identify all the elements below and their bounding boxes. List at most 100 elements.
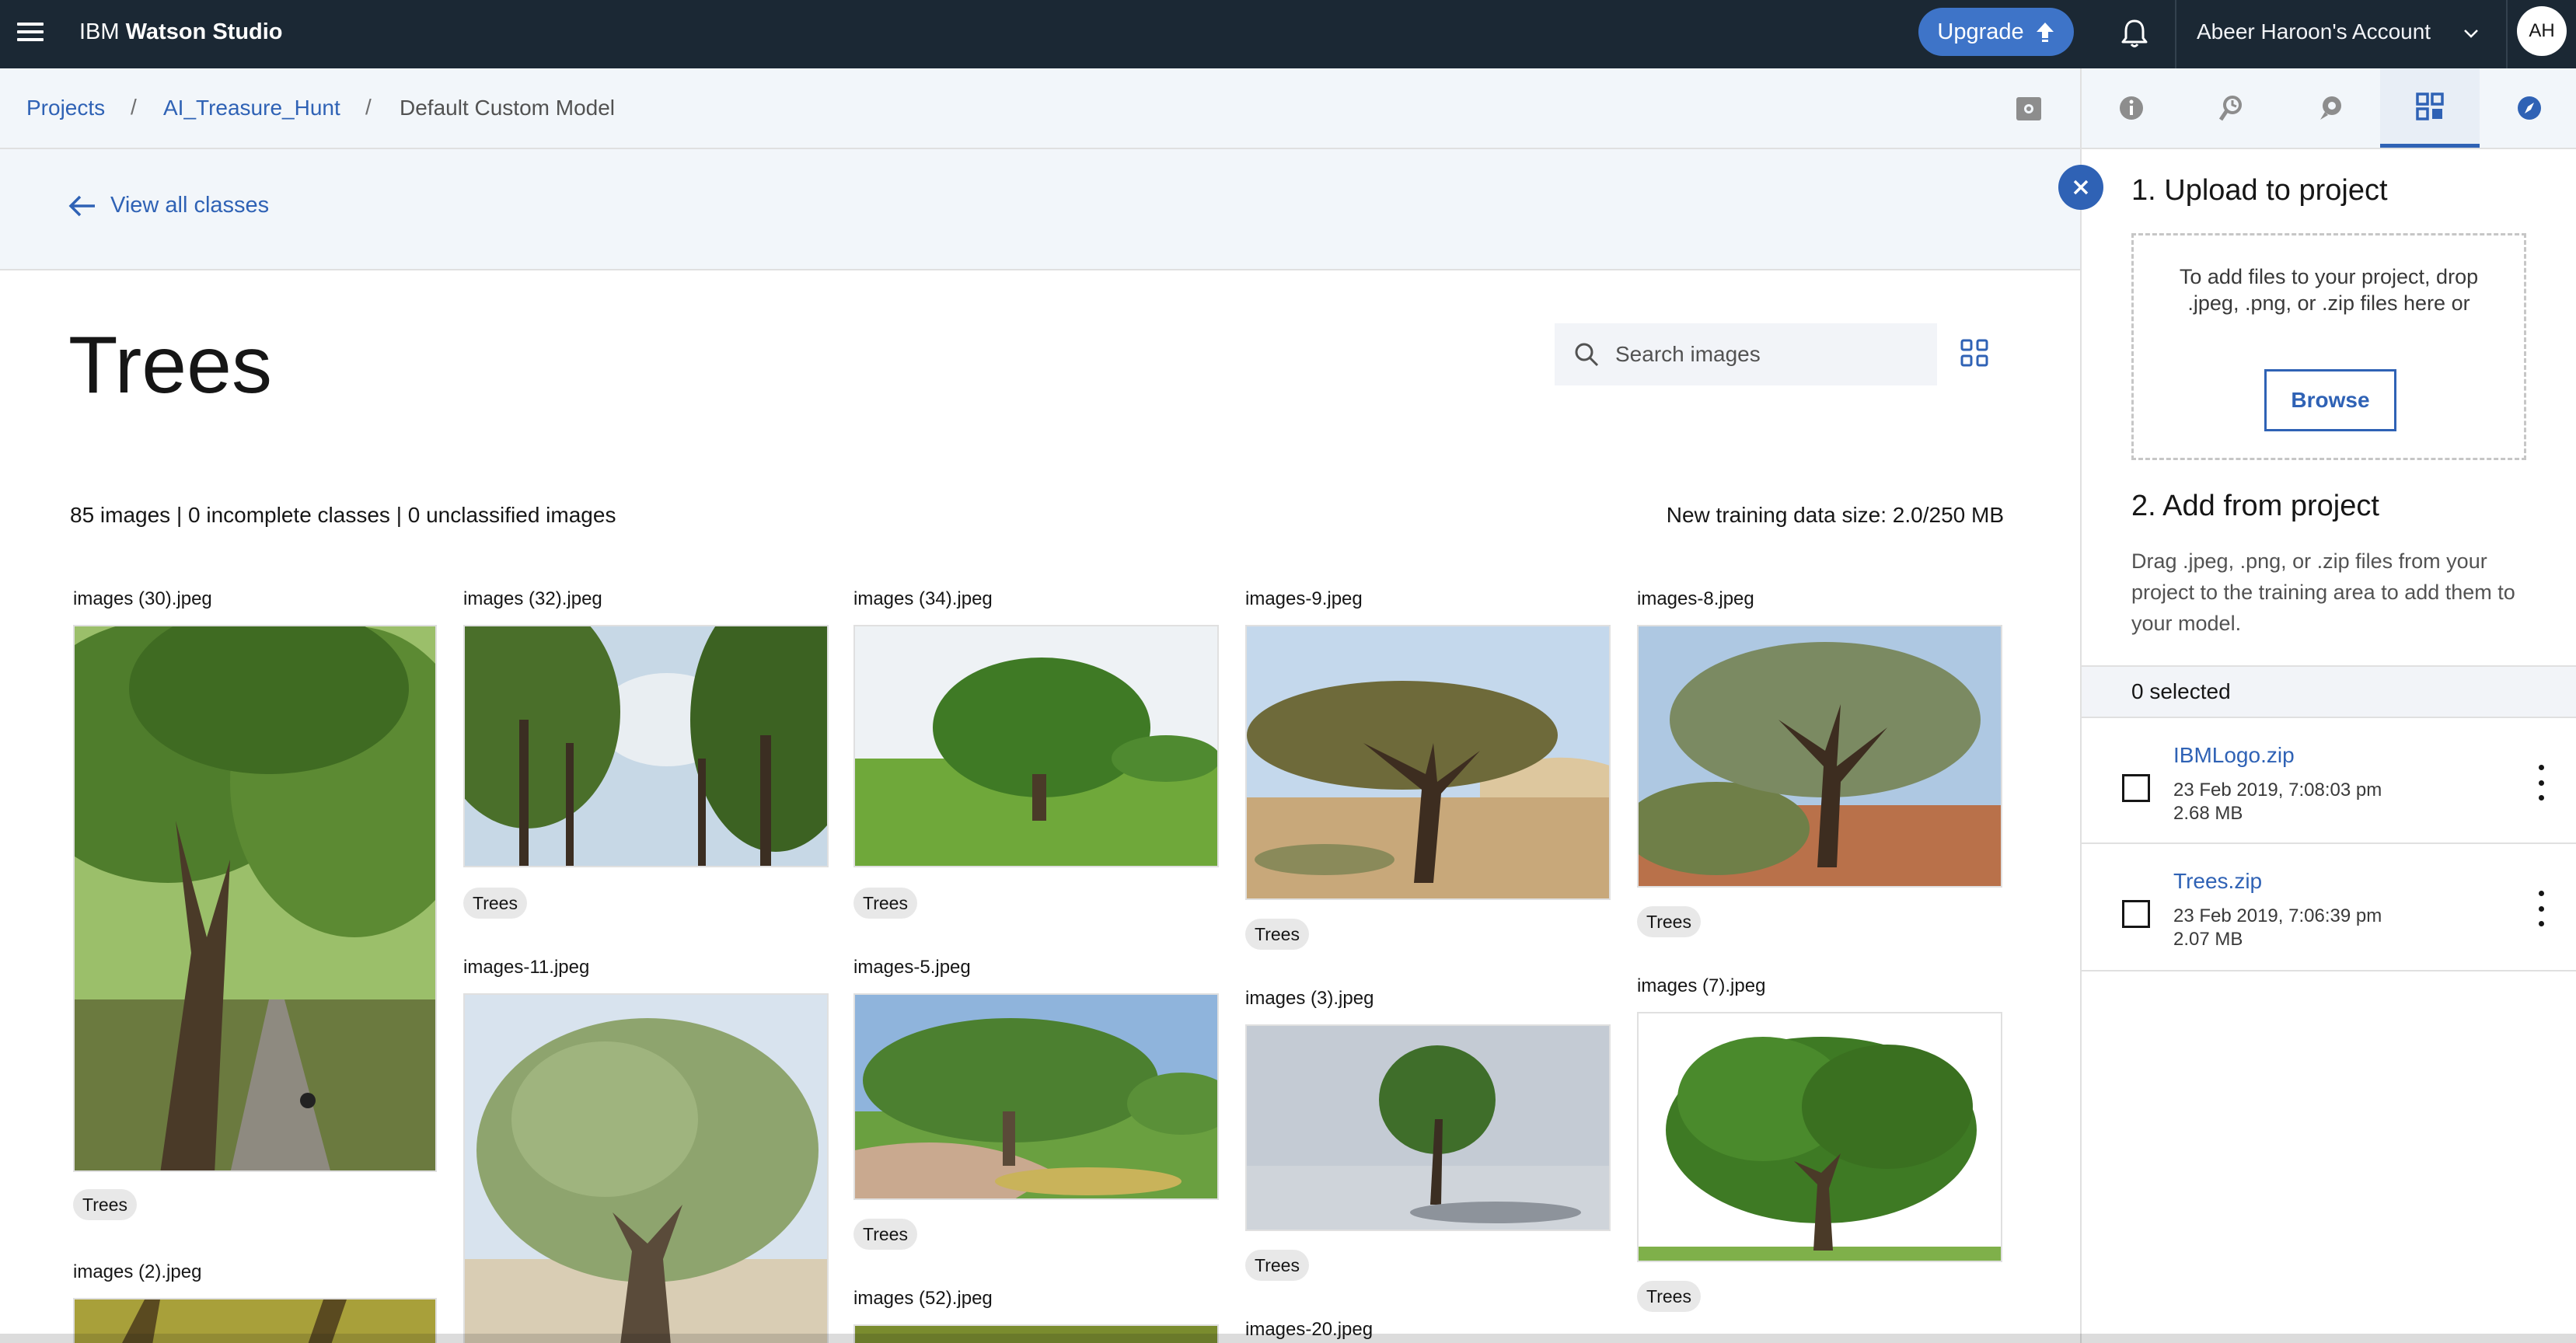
search-box bbox=[1555, 323, 1937, 385]
grid-view-icon[interactable] bbox=[1959, 337, 1990, 368]
bell-icon[interactable] bbox=[2116, 15, 2153, 52]
close-icon bbox=[2073, 180, 2089, 195]
tree-photo bbox=[1247, 1026, 1609, 1230]
class-tag: Trees bbox=[73, 1189, 137, 1220]
tree-photo bbox=[465, 626, 827, 866]
image-thumbnail[interactable] bbox=[463, 625, 829, 867]
file-name[interactable]: Trees.zip bbox=[2173, 869, 2262, 894]
image-filename: images-9.jpeg bbox=[1245, 588, 1363, 609]
close-panel-button[interactable] bbox=[2058, 165, 2103, 210]
tab-info[interactable] bbox=[2082, 68, 2181, 148]
product-brand[interactable]: IBM Watson Studio bbox=[79, 19, 283, 45]
image-thumbnail[interactable] bbox=[1637, 625, 2002, 888]
image-filename: images-8.jpeg bbox=[1637, 588, 1754, 609]
training-data-size: New training data size: 2.0/250 MB bbox=[1666, 503, 2004, 527]
back-link-label: View all classes bbox=[110, 193, 270, 218]
breadcrumb: Projects / AI_Treasure_Hunt / Default Cu… bbox=[0, 68, 2080, 149]
account-switcher[interactable]: Abeer Haroon's Account bbox=[2197, 19, 2431, 45]
tab-comments[interactable] bbox=[2281, 68, 2380, 148]
tree-photo bbox=[1639, 626, 2001, 886]
nav-divider bbox=[2506, 0, 2508, 68]
file-date: 23 Feb 2019, 7:06:39 pm bbox=[2173, 905, 2382, 926]
class-tag: Trees bbox=[1245, 1250, 1309, 1281]
info-icon bbox=[2120, 96, 2143, 120]
tree-photo bbox=[75, 626, 435, 1170]
file-list-item[interactable]: Trees.zip 23 Feb 2019, 7:06:39 pm 2.07 M… bbox=[2082, 846, 2576, 971]
tree-photo bbox=[855, 995, 1217, 1198]
image-thumbnail[interactable] bbox=[853, 625, 1219, 867]
compass-icon bbox=[2518, 96, 2541, 120]
image-filename: images (52).jpeg bbox=[853, 1288, 993, 1309]
top-navigation-bar: IBM Watson Studio Upgrade Abeer Haroon's… bbox=[0, 0, 2576, 68]
image-filename: images-11.jpeg bbox=[463, 957, 590, 978]
image-thumbnail[interactable] bbox=[1245, 1024, 1611, 1231]
file-name[interactable]: IBMLogo.zip bbox=[2173, 743, 2295, 768]
breadcrumb-projects[interactable]: Projects bbox=[26, 95, 105, 121]
breadcrumb-current: Default Custom Model bbox=[400, 96, 616, 120]
arrow-left-icon bbox=[68, 195, 95, 216]
view-all-classes-link[interactable]: View all classes bbox=[68, 193, 269, 218]
nav-divider bbox=[2175, 0, 2176, 68]
back-band: View all classes bbox=[0, 149, 2080, 270]
image-filename: images-5.jpeg bbox=[853, 957, 971, 978]
overflow-menu-icon[interactable] bbox=[2539, 765, 2546, 801]
tree-photo bbox=[1639, 1013, 2001, 1261]
image-filename: images (3).jpeg bbox=[1245, 988, 1374, 1009]
file-size: 2.68 MB bbox=[2173, 803, 2243, 824]
image-thumbnail[interactable] bbox=[1637, 1012, 2002, 1262]
image-filename: images (32).jpeg bbox=[463, 588, 602, 609]
image-filename: images (2).jpeg bbox=[73, 1261, 202, 1282]
side-panel-tabs bbox=[2080, 68, 2576, 149]
overflow-menu-icon[interactable] bbox=[2539, 891, 2546, 926]
tab-history[interactable] bbox=[2181, 68, 2281, 148]
selection-count-bar: 0 selected bbox=[2082, 665, 2576, 718]
chevron-down-icon[interactable] bbox=[2463, 25, 2480, 42]
search-input[interactable] bbox=[1615, 342, 1926, 367]
avatar[interactable]: AH bbox=[2517, 6, 2567, 56]
breadcrumb-separator: / bbox=[365, 95, 372, 119]
tab-data-assets[interactable] bbox=[2380, 68, 2480, 148]
image-filename: images (30).jpeg bbox=[73, 588, 212, 609]
search-icon bbox=[1575, 343, 1599, 367]
file-dropzone[interactable]: To add files to your project, drop .jpeg… bbox=[2131, 233, 2526, 460]
window-bottom-edge bbox=[0, 1334, 2576, 1343]
class-tag: Trees bbox=[1637, 1281, 1701, 1312]
tree-photo bbox=[465, 995, 827, 1343]
class-tag: Trees bbox=[853, 888, 917, 919]
image-thumbnail[interactable] bbox=[463, 993, 829, 1343]
class-tag: Trees bbox=[1245, 919, 1309, 950]
upload-heading: 1. Upload to project bbox=[2131, 174, 2388, 207]
upload-arrow-icon bbox=[2036, 23, 2054, 42]
class-tag: Trees bbox=[853, 1219, 917, 1250]
class-tag: Trees bbox=[463, 888, 527, 919]
asset-history-icon bbox=[2218, 96, 2242, 121]
file-date: 23 Feb 2019, 7:08:03 pm bbox=[2173, 780, 2382, 801]
selected-count: 0 selected bbox=[2131, 679, 2231, 703]
brand-name: Watson Studio bbox=[125, 19, 283, 44]
file-checkbox[interactable] bbox=[2122, 900, 2150, 928]
image-thumbnail[interactable] bbox=[853, 993, 1219, 1200]
file-checkbox[interactable] bbox=[2122, 774, 2150, 802]
add-from-project-heading: 2. Add from project bbox=[2131, 490, 2379, 522]
class-stats: 85 images | 0 incomplete classes | 0 unc… bbox=[70, 503, 616, 527]
tree-photo bbox=[1247, 626, 1609, 898]
class-tag: Trees bbox=[1637, 906, 1701, 937]
upgrade-button[interactable]: Upgrade bbox=[1918, 8, 2074, 56]
model-details-icon[interactable] bbox=[2013, 93, 2044, 124]
add-from-project-description: Drag .jpeg, .png, or .zip files from you… bbox=[2131, 549, 2515, 635]
image-filename: images (34).jpeg bbox=[853, 588, 993, 609]
file-size: 2.07 MB bbox=[2173, 929, 2243, 950]
dropzone-text: To add files to your project, drop .jpeg… bbox=[2179, 265, 2479, 315]
image-thumbnail[interactable] bbox=[1245, 625, 1611, 900]
tree-photo bbox=[855, 626, 1217, 866]
hamburger-icon[interactable] bbox=[17, 19, 44, 45]
browse-button[interactable]: Browse bbox=[2264, 369, 2396, 431]
image-thumbnail[interactable] bbox=[73, 625, 437, 1172]
tab-explore[interactable] bbox=[2480, 68, 2576, 148]
upgrade-label: Upgrade bbox=[1937, 19, 2024, 44]
breadcrumb-project[interactable]: AI_Treasure_Hunt bbox=[163, 95, 340, 121]
file-list-item[interactable]: IBMLogo.zip 23 Feb 2019, 7:08:03 pm 2.68… bbox=[2082, 718, 2576, 844]
image-filename: images (7).jpeg bbox=[1637, 975, 1766, 996]
chat-icon bbox=[2320, 96, 2341, 120]
breadcrumb-separator: / bbox=[131, 95, 137, 119]
